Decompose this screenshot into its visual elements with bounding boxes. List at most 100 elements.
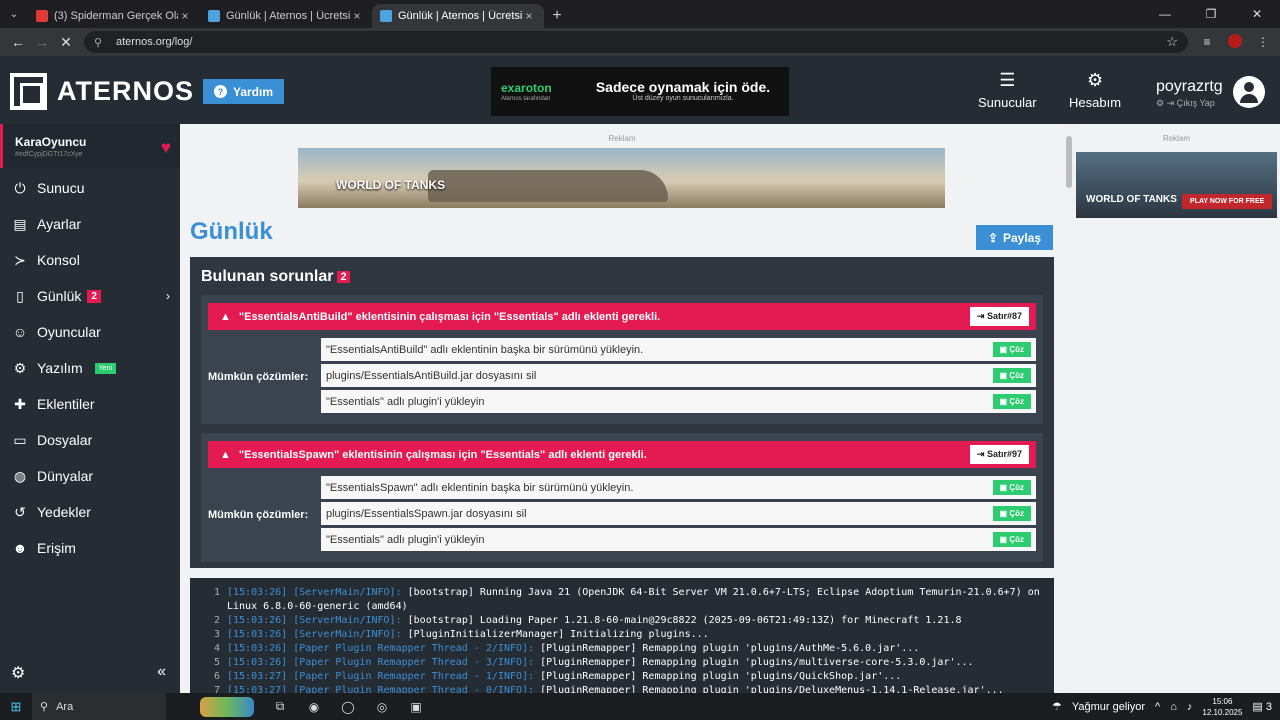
notification-count: 3 (1265, 701, 1272, 713)
tray-chevron-icon[interactable]: ^ (1155, 701, 1160, 713)
issue-solutions: Mümkün çözümler: "EssentialsSpawn" adlı … (208, 476, 1036, 554)
scroll-thumb[interactable] (1066, 136, 1072, 188)
minecraft-icon[interactable]: ▣ (406, 697, 426, 717)
log-tag: [15:03:26] [Paper Plugin Remapper Thread… (227, 643, 535, 654)
sidebar-item-ayarlar[interactable]: ▤ Ayarlar (0, 206, 180, 242)
fix-button[interactable]: ▣ Çöz (992, 342, 1031, 357)
clock[interactable]: 15:06 12.10.2025 (1202, 696, 1242, 718)
browser-tab-1[interactable]: (3) Spiderman Gerçek Olabilir m × (28, 4, 200, 28)
windows-start-icon[interactable]: ⊞ (0, 699, 32, 715)
tab-search-icon[interactable]: ⌄ (0, 0, 28, 28)
youtube-favicon-icon (36, 10, 48, 22)
sidebar-item-dunyalar[interactable]: ◍ Dünyalar (0, 458, 180, 494)
forward-icon[interactable]: → (30, 30, 54, 54)
user-avatar-icon[interactable] (1233, 76, 1265, 108)
file-icon: ▯ (16, 287, 24, 304)
opera-icon[interactable]: ◯ (338, 697, 358, 717)
page-scrollbar[interactable] (1064, 124, 1074, 693)
log-console[interactable]: 1 [15:03:26] [ServerMain/INFO]: [bootstra… (190, 578, 1054, 693)
network-icon[interactable]: ⌂ (1170, 701, 1177, 713)
close-window-icon[interactable]: ✕ (1234, 0, 1280, 28)
issue-title: "EssentialsAntiBuild" eklentisinin çalış… (238, 310, 661, 323)
search-highlight-image[interactable] (200, 696, 254, 717)
fix-button[interactable]: ▣ Çöz (992, 532, 1031, 547)
fix-button[interactable]: ▣ Çöz (992, 394, 1031, 409)
line-number: 6 (213, 671, 220, 682)
stop-icon[interactable]: ✕ (54, 30, 78, 54)
chrome-icon[interactable]: ◎ (372, 697, 392, 717)
media-icon[interactable]: ≡ (1196, 35, 1218, 49)
sidebar-item-yedekler[interactable]: ↺ Yedekler (0, 494, 180, 530)
account-link[interactable]: ⚙ Hesabım (1069, 70, 1121, 110)
fix-label: Çöz (1009, 509, 1024, 518)
fix-button[interactable]: ▣ Çöz (992, 368, 1031, 383)
main-content: Reklam WORLD OF TANKS Günlük ⇪ Paylaş Bu… (180, 124, 1064, 693)
wot-logo: WORLD OF TANKS (1086, 194, 1177, 205)
world-of-tanks-ad[interactable]: WORLD OF TANKS (298, 148, 945, 208)
browser-tab-2[interactable]: Günlük | Aternos | Ücretsiz Mine × (200, 4, 372, 28)
sidebar-item-dosyalar[interactable]: ▭ Dosyalar (0, 422, 180, 458)
server-name: KaraOyuncu (15, 135, 87, 149)
aternos-logo[interactable]: ATERNOS (10, 73, 194, 110)
minimize-icon[interactable]: — (1142, 0, 1188, 28)
exaroton-ad[interactable]: exaroton Aternos tarafından Sadece oynam… (491, 67, 789, 116)
close-tab-icon[interactable]: × (178, 9, 192, 23)
world-of-tanks-side-ad[interactable]: WORLD OF TANKS PLAY NOW FOR FREE (1076, 152, 1277, 218)
notification-icon[interactable]: ▤ 3 (1252, 700, 1272, 713)
fix-button[interactable]: ▣ Çöz (992, 506, 1031, 521)
volume-icon[interactable]: ♪ (1187, 701, 1193, 713)
logout-link[interactable]: ⚙ ⇥ Çıkış Yap (1156, 98, 1223, 109)
close-tab-icon[interactable]: × (350, 9, 364, 23)
solution-item: plugins/EssentialsSpawn.jar dosyasını si… (321, 502, 1036, 525)
log-line: 6 [15:03:27] [Paper Plugin Remapper Threa… (198, 670, 1046, 684)
jump-to-line-button[interactable]: ⇥ Satır#87 (969, 307, 1029, 326)
heart-icon[interactable]: ♥ (161, 138, 171, 158)
settings-gear-icon[interactable]: ⚙ (11, 663, 25, 683)
collapse-sidebar-icon[interactable]: « (157, 663, 166, 683)
log-line: 3 [15:03:26] [ServerMain/INFO]: [PluginIn… (198, 628, 1046, 642)
bookmark-star-icon[interactable]: ☆ (1166, 34, 1178, 50)
browser-actions: ≡ ⋮ (1196, 33, 1274, 51)
address-bar: ← → ✕ ⚲ aternos.org/log/ ☆ ≡ ⋮ (0, 28, 1280, 56)
help-button[interactable]: ? Yardım (203, 79, 284, 104)
url-field[interactable]: ⚲ aternos.org/log/ ☆ (84, 31, 1188, 53)
sidebar-item-konsol[interactable]: ≻ Konsol (0, 242, 180, 278)
weather-text[interactable]: Yağmur geliyor (1072, 701, 1145, 713)
jump-to-line-button[interactable]: ⇥ Satır#97 (969, 445, 1029, 464)
line-number: 7 (213, 685, 220, 693)
taskbar-search[interactable]: ⚲ Ara (32, 693, 166, 720)
task-view-icon[interactable]: ⧉ (270, 697, 290, 717)
menu-icon[interactable]: ⋮ (1252, 35, 1274, 49)
sidebar-item-label: Sunucu (37, 180, 85, 196)
issue-card: ▲ "EssentialsSpawn" eklentisinin çalışma… (201, 433, 1043, 562)
sidebar-item-sunucu[interactable]: ⏻ Sunucu (0, 170, 180, 206)
question-icon: ? (213, 85, 227, 98)
log-line: 4 [15:03:26] [Paper Plugin Remapper Threa… (198, 642, 1046, 656)
close-tab-icon[interactable]: × (522, 9, 536, 23)
steam-icon[interactable]: ◉ (304, 697, 324, 717)
server-card[interactable]: KaraOyuncu #edfCypjDGTt17cXye ♥ (0, 124, 180, 168)
site-info-icon[interactable]: ⚲ (94, 36, 108, 49)
solution-text: "Essentials" adlı plugin'i yükleyin (326, 395, 485, 408)
servers-link[interactable]: ☰ Sunucular (978, 70, 1037, 110)
sidebar: KaraOyuncu #edfCypjDGTt17cXye ♥ ⏻ Sunucu … (0, 124, 180, 693)
page-title: Günlük (190, 218, 273, 245)
fix-button[interactable]: ▣ Çöz (992, 480, 1031, 495)
sidebar-item-yazilim[interactable]: ⚙ Yazılım Yeni (0, 350, 180, 386)
sidebar-item-gunluk[interactable]: ▯ Günlük 2 › (0, 278, 180, 314)
new-tab-button[interactable]: + (544, 4, 570, 28)
share-label: Paylaş (1003, 230, 1042, 245)
sidebar-item-eklentiler[interactable]: ✚ Eklentiler (0, 386, 180, 422)
profile-icon[interactable] (1224, 33, 1246, 51)
wot-logo: WORLD OF TANKS (336, 178, 446, 192)
play-now-button[interactable]: PLAY NOW FOR FREE (1182, 194, 1273, 209)
line-number: 2 (213, 615, 220, 626)
sidebar-item-oyuncular[interactable]: ☺ Oyuncular (0, 314, 180, 350)
sidebar-item-erisim[interactable]: ☻ Erişim (0, 530, 180, 566)
browser-tab-3-active[interactable]: Günlük | Aternos | Ücretsiz Mine × (372, 4, 544, 28)
problems-count-badge: 2 (337, 271, 350, 283)
solution-text: plugins/EssentialsSpawn.jar dosyasını si… (326, 507, 527, 520)
restore-icon[interactable]: ❐ (1188, 0, 1234, 28)
share-button[interactable]: ⇪ Paylaş (976, 225, 1053, 250)
back-icon[interactable]: ← (6, 30, 30, 54)
